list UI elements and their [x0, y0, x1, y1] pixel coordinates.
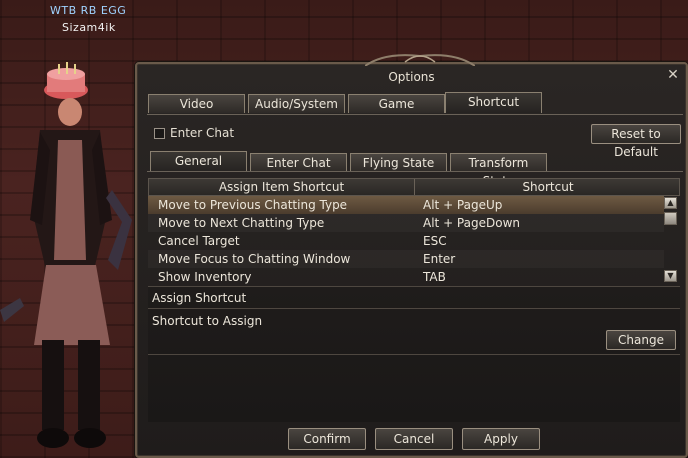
shortcut-table-header: Assign Item Shortcut Shortcut	[148, 178, 680, 196]
row-shortcut: Enter	[423, 252, 456, 266]
row-action: Move Focus to Chatting Window	[158, 252, 351, 266]
tab-video[interactable]: Video	[148, 94, 245, 113]
shortcut-to-assign-label: Shortcut to Assign	[152, 314, 263, 328]
subtab-transform-state[interactable]: Transform State	[450, 153, 547, 188]
tab-audio-system[interactable]: Audio/System	[248, 94, 345, 113]
player-character	[0, 62, 132, 448]
cancel-button[interactable]: Cancel	[375, 428, 453, 450]
enter-chat-toggle[interactable]: Enter Chat	[154, 126, 234, 140]
row-action: Move to Previous Chatting Type	[158, 198, 348, 212]
row-action: Show Inventory	[158, 270, 252, 284]
table-scrollbar[interactable]: ▲ ▼	[664, 196, 678, 286]
options-window: Options ✕ Video Audio/System Game Shortc…	[135, 54, 688, 458]
row-shortcut: ESC	[423, 234, 447, 248]
confirm-button[interactable]: Confirm	[288, 428, 366, 450]
table-row[interactable]: Move to Previous Chatting Type Alt + Pag…	[148, 196, 664, 214]
column-header-shortcut: Shortcut	[522, 180, 574, 194]
tab-shortcut[interactable]: Shortcut	[445, 92, 542, 113]
subtab-flying-state[interactable]: Flying State	[350, 153, 447, 172]
reset-to-default-button[interactable]: Reset to Default	[591, 124, 681, 159]
column-header-action: Assign Item Shortcut	[218, 180, 345, 194]
window-title: Options	[388, 70, 435, 84]
panel-divider	[148, 308, 680, 309]
table-row[interactable]: Move to Next Chatting Type Alt + PageDow…	[148, 214, 664, 232]
table-row[interactable]: Show Inventory TAB	[148, 268, 664, 286]
subtab-enter-chat[interactable]: Enter Chat	[250, 153, 347, 172]
row-action: Move to Next Chatting Type	[158, 216, 325, 230]
enter-chat-checkbox[interactable]	[154, 127, 165, 139]
subtab-divider	[147, 171, 683, 172]
panel-divider	[148, 286, 680, 287]
scroll-up-icon[interactable]: ▲	[664, 197, 677, 209]
player-name: Sizam4ik	[62, 21, 116, 34]
row-shortcut: Alt + PageUp	[423, 198, 503, 212]
row-action: Cancel Target	[158, 234, 240, 248]
table-row[interactable]: Move Focus to Chatting Window Enter	[148, 250, 664, 268]
row-shortcut: TAB	[423, 270, 446, 284]
tab-divider	[147, 114, 683, 115]
table-row[interactable]: Cancel Target ESC	[148, 232, 664, 250]
change-button[interactable]: Change	[606, 330, 676, 350]
panel-divider	[148, 354, 680, 355]
row-shortcut: Alt + PageDown	[423, 216, 520, 230]
tab-game[interactable]: Game	[348, 94, 445, 113]
close-icon[interactable]: ✕	[666, 68, 680, 82]
subtab-general[interactable]: General	[150, 151, 247, 172]
shortcut-table: Move to Previous Chatting Type Alt + Pag…	[148, 196, 664, 286]
title-ornament-icon	[365, 54, 475, 66]
enter-chat-label: Enter Chat	[170, 126, 235, 140]
player-title: WTB RB EGG	[50, 4, 127, 17]
scroll-thumb[interactable]	[664, 212, 677, 225]
apply-button[interactable]: Apply	[462, 428, 540, 450]
assign-shortcut-panel: Assign Shortcut Shortcut to Assign Chang…	[148, 286, 680, 422]
assign-shortcut-label: Assign Shortcut	[152, 291, 247, 305]
scroll-down-icon[interactable]: ▼	[664, 270, 677, 282]
